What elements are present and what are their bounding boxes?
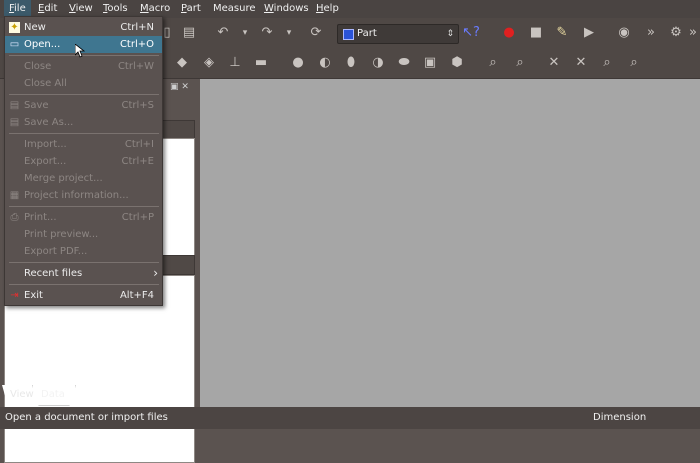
open-folder-icon: ▭ xyxy=(9,39,20,50)
mouse-cursor-icon xyxy=(75,44,85,58)
part-shape-icon[interactable]: ▬ xyxy=(252,54,270,72)
menu-item-print-preview[interactable]: Print preview... xyxy=(5,226,162,243)
measure-clear-icon[interactable]: ✕ xyxy=(572,54,590,72)
menu-item-import[interactable]: Import... Ctrl+I xyxy=(5,136,162,153)
new-document-icon: ✦ xyxy=(9,22,20,33)
menu-part[interactable]: Part xyxy=(176,0,206,18)
toggle-delta-icon[interactable]: ⌕ xyxy=(625,54,643,72)
boolean-common-icon[interactable]: ⬮ xyxy=(342,54,360,72)
more-icon[interactable]: » xyxy=(684,24,700,42)
menu-item-close[interactable]: Close Ctrl+W xyxy=(5,58,162,75)
print-icon: ⎙ xyxy=(10,212,19,223)
save-as-icon: ▤ xyxy=(9,117,20,128)
settings-icon[interactable]: ⚙ xyxy=(667,24,685,42)
run-macro-icon[interactable]: ▶ xyxy=(580,24,598,42)
paste-icon[interactable]: ▤ xyxy=(180,24,198,42)
part-cylinder-icon[interactable]: ◈ xyxy=(200,54,218,72)
menu-windows[interactable]: Windows xyxy=(259,0,314,18)
toggle-3d-icon[interactable]: ⌕ xyxy=(598,54,616,72)
undo-dropdown-icon[interactable]: ▾ xyxy=(236,24,254,42)
menu-item-close-all[interactable]: Close All xyxy=(5,75,162,92)
part-extrude-icon[interactable]: ⊥ xyxy=(226,54,244,72)
measure-linear-icon[interactable]: ⌕ xyxy=(484,54,502,72)
project-info-icon: ▦ xyxy=(9,190,20,201)
undo-icon[interactable]: ↶ xyxy=(214,24,232,42)
submenu-arrow-icon: › xyxy=(153,266,158,280)
menu-separator xyxy=(9,206,159,207)
menu-item-print[interactable]: ⎙ Print... Ctrl+P xyxy=(5,209,162,226)
workbench-selector[interactable]: Part ⇕ xyxy=(337,24,459,44)
spinner-arrows-icon: ⇕ xyxy=(446,29,454,39)
file-menu: ✦ New Ctrl+N ▭ Open... Ctrl+O Close Ctrl… xyxy=(4,16,163,306)
tab-data[interactable]: Data xyxy=(32,385,76,406)
statusbar: Open a document or import files Dimensio… xyxy=(0,407,700,429)
edit-macro-icon[interactable]: ✎ xyxy=(553,24,571,42)
3d-view-area[interactable] xyxy=(200,79,700,407)
stop-macro-icon[interactable]: ■ xyxy=(527,24,545,42)
measure-angular-icon[interactable]: ⌕ xyxy=(511,54,529,72)
redo-dropdown-icon[interactable]: ▾ xyxy=(280,24,298,42)
menu-separator xyxy=(9,94,159,95)
status-message: Open a document or import files xyxy=(5,412,168,423)
menu-item-merge-project[interactable]: Merge project... xyxy=(5,170,162,187)
whats-this-icon[interactable]: ↖? xyxy=(462,24,480,42)
more-icon[interactable]: » xyxy=(642,24,660,42)
boolean-fuse-icon[interactable]: ◑ xyxy=(369,54,387,72)
part-workbench-icon xyxy=(343,29,354,40)
record-macro-icon[interactable]: ● xyxy=(500,24,518,42)
refresh-icon[interactable]: ⟳ xyxy=(307,24,325,42)
redo-icon[interactable]: ↷ xyxy=(258,24,276,42)
menu-separator xyxy=(9,133,159,134)
boolean-union-icon[interactable]: ● xyxy=(289,54,307,72)
units-dimension[interactable]: Dimension xyxy=(593,407,646,429)
exit-icon: ⇥ xyxy=(10,290,19,301)
boolean-cut-icon[interactable]: ◐ xyxy=(316,54,334,72)
menu-item-save[interactable]: ▤ Save Ctrl+S xyxy=(5,97,162,114)
fillet-icon[interactable]: ▣ xyxy=(421,54,439,72)
menu-item-new[interactable]: ✦ New Ctrl+N xyxy=(5,19,162,36)
chamfer-icon[interactable]: ⬬ xyxy=(395,54,413,72)
mirror-icon[interactable]: ⬢ xyxy=(448,54,466,72)
menu-item-project-info[interactable]: ▦ Project information... xyxy=(5,187,162,204)
menu-item-export[interactable]: Export... Ctrl+E xyxy=(5,153,162,170)
menu-separator xyxy=(9,262,159,263)
menu-item-save-as[interactable]: ▤ Save As... xyxy=(5,114,162,131)
part-box-icon[interactable]: ◆ xyxy=(173,54,191,72)
menu-item-export-pdf[interactable]: Export PDF... xyxy=(5,243,162,260)
menu-measure[interactable]: Measure xyxy=(208,0,261,18)
panel-window-buttons[interactable]: ▣ ✕ xyxy=(170,82,189,92)
workbench-label: Part xyxy=(357,28,377,39)
save-icon: ▤ xyxy=(9,100,20,111)
menu-help[interactable]: Help xyxy=(311,0,344,18)
menu-item-recent-files[interactable]: Recent files › xyxy=(5,265,162,282)
std-view-icon[interactable]: ◉ xyxy=(615,24,633,42)
menu-separator xyxy=(9,284,159,285)
measure-refresh-icon[interactable]: ✕ xyxy=(545,54,563,72)
menu-item-exit[interactable]: ⇥ Exit Alt+F4 xyxy=(5,287,162,304)
